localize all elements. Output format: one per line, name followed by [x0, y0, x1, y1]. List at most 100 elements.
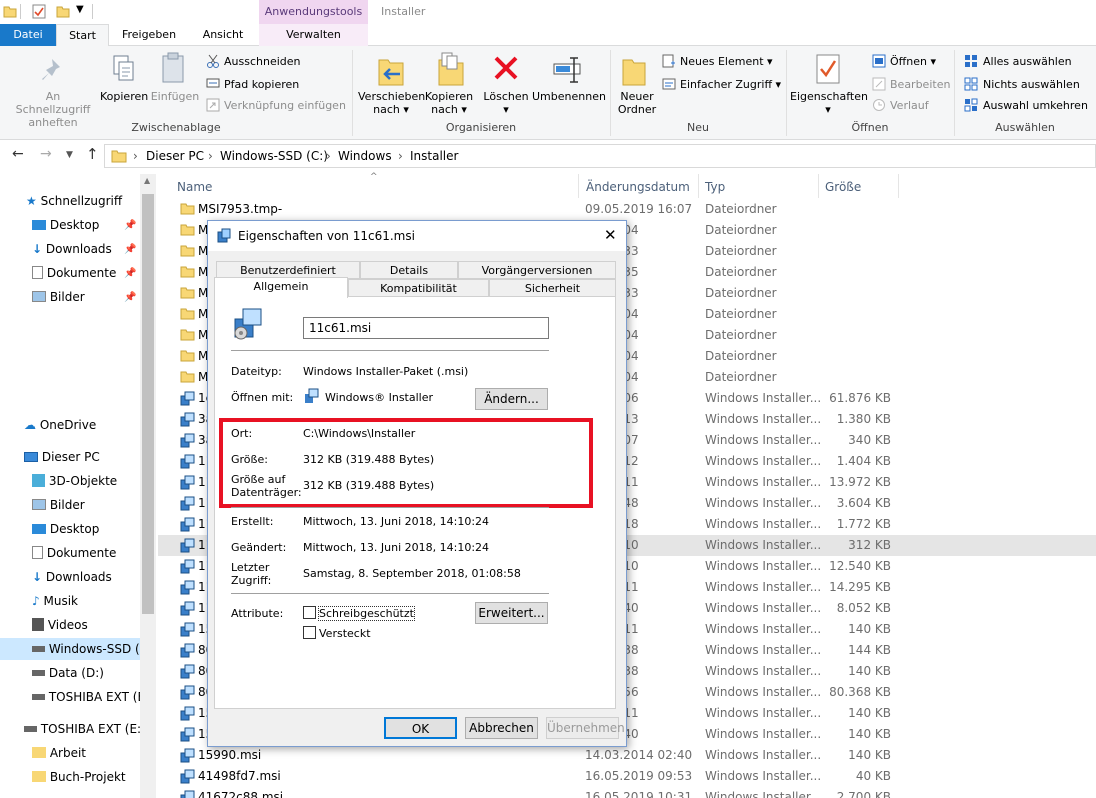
nav-music[interactable]: ♪ Musik: [32, 594, 78, 608]
nav-toshiba-ext[interactable]: TOSHIBA EXT (E:): [32, 690, 140, 704]
nav-pictures-2[interactable]: Bilder: [32, 498, 85, 512]
nav-data-d[interactable]: Data (D:): [32, 666, 104, 680]
tab-compatibility[interactable]: Kompatibilität: [348, 279, 489, 297]
file-row[interactable]: 15990.msi 14.03.2014 02:40 Windows Install…: [158, 745, 1096, 766]
nav-this-pc[interactable]: Dieser PC: [24, 450, 100, 464]
new-folder-icon[interactable]: [56, 5, 70, 18]
nav-documents[interactable]: Dokumente: [32, 266, 116, 280]
open-with-value: Windows® Installer: [325, 391, 434, 404]
nav-desktop[interactable]: Desktop: [32, 218, 99, 232]
tab-share[interactable]: Freigeben: [112, 24, 186, 46]
cancel-button[interactable]: Abbrechen: [465, 717, 538, 739]
new-item-button[interactable]: Neues Element ▾: [680, 55, 773, 68]
paste-button[interactable]: Einfügen: [150, 90, 200, 103]
nav-quick-access[interactable]: ★ Schnellzugriff: [26, 194, 122, 208]
nav-scrollbar[interactable]: ▲: [140, 174, 156, 798]
edit-button[interactable]: Bearbeiten: [890, 78, 950, 91]
type-label: Dateityp:: [231, 365, 282, 378]
apply-button[interactable]: Übernehmen: [546, 717, 625, 739]
nav-3d-objects[interactable]: 3D-Objekte: [32, 474, 117, 488]
forward-arrow-icon[interactable]: →: [40, 146, 52, 162]
readonly-label[interactable]: Schreibgeschützt: [318, 606, 415, 621]
nav-documents-2[interactable]: Dokumente: [32, 546, 116, 560]
qat-dropdown-icon[interactable]: ▼: [76, 4, 84, 15]
rename-button[interactable]: Umbenennen: [532, 90, 606, 103]
file-name: 15990.msi: [198, 748, 262, 762]
paste-shortcut-button[interactable]: Verknüpfung einfügen: [224, 99, 346, 112]
nav-onedrive[interactable]: ☁ OneDrive: [24, 418, 96, 432]
nav-videos[interactable]: Videos: [32, 618, 88, 632]
file-size: 312 KB: [848, 538, 891, 552]
breadcrumb-installer[interactable]: Installer: [410, 149, 458, 163]
created-label: Erstellt:: [231, 515, 274, 528]
back-arrow-icon[interactable]: ←: [12, 146, 24, 162]
advanced-button[interactable]: Erweitert...: [475, 602, 548, 624]
tab-details[interactable]: Details: [360, 261, 458, 279]
breadcrumb-drive[interactable]: Windows-SSD (C:): [220, 149, 328, 163]
recent-chevron-icon[interactable]: ▼: [66, 150, 73, 160]
file-row[interactable]: MSI7953.tmp- 09.05.2019 16:07 Dateiordner: [158, 199, 1096, 220]
up-arrow-icon[interactable]: ↑: [86, 145, 99, 163]
open-with-label: Öffnen mit:: [231, 391, 294, 404]
nav-toshiba-ext-root[interactable]: TOSHIBA EXT (E:): [24, 722, 146, 736]
msi-file-icon: [180, 727, 195, 745]
file-size: 140 KB: [848, 664, 891, 678]
column-size[interactable]: Größe: [825, 180, 861, 194]
nav-desktop-2[interactable]: Desktop: [32, 522, 99, 536]
file-type: Windows Installer...: [705, 454, 822, 468]
folder-icon[interactable]: [3, 5, 17, 18]
properties-check-icon[interactable]: [32, 4, 46, 19]
breadcrumb-windows[interactable]: Windows: [338, 149, 392, 163]
delete-button[interactable]: Löschen ▾: [480, 90, 532, 116]
history-button[interactable]: Verlauf: [890, 99, 929, 112]
nav-folder-buch[interactable]: Buch-Projekt: [32, 770, 126, 784]
move-to-button[interactable]: Verschieben nach ▾: [358, 90, 425, 116]
nav-downloads-2[interactable]: ↓ Downloads: [32, 570, 112, 584]
copy-to-button[interactable]: Kopieren nach ▾: [420, 90, 478, 116]
nav-downloads[interactable]: ↓ Downloads: [32, 242, 112, 256]
nav-folder-arbeit[interactable]: Arbeit: [32, 746, 86, 760]
hidden-label[interactable]: Versteckt: [319, 627, 371, 640]
ok-button[interactable]: OK: [384, 717, 457, 739]
invert-selection-button[interactable]: Auswahl umkehren: [983, 99, 1088, 112]
cut-button[interactable]: Ausschneiden: [224, 55, 301, 68]
tab-general[interactable]: Allgemein: [214, 277, 348, 298]
file-date: 14.03.2014 02:40: [585, 748, 693, 762]
folder-icon: [111, 150, 127, 163]
easy-access-button[interactable]: Einfacher Zugriff ▾: [680, 78, 781, 91]
breadcrumb-this-pc[interactable]: Dieser PC: [146, 149, 204, 163]
tab-manage[interactable]: Verwalten: [259, 24, 368, 46]
group-new: Neu: [687, 121, 709, 134]
nav-windows-ssd[interactable]: Windows-SSD (C:): [32, 642, 140, 656]
hidden-checkbox[interactable]: [303, 626, 316, 639]
change-button[interactable]: Ändern...: [475, 388, 548, 410]
readonly-checkbox[interactable]: [303, 606, 316, 619]
select-all-button[interactable]: Alles auswählen: [983, 55, 1072, 68]
properties-button[interactable]: Eigenschaften ▾: [790, 90, 868, 116]
open-button[interactable]: Öffnen ▾: [890, 55, 936, 68]
tab-previous-versions[interactable]: Vorgängerversionen: [458, 261, 616, 279]
new-folder-button[interactable]: Neuer Ordner: [612, 90, 662, 116]
address-field[interactable]: › Dieser PC › Windows-SSD (C:) › Windows…: [104, 144, 1096, 168]
column-date[interactable]: Änderungsdatum: [586, 180, 690, 194]
file-type: Dateiordner: [705, 328, 777, 342]
file-row[interactable]: 41672c88.msi 16.05.2019 10:31 Windows Inst…: [158, 787, 1096, 798]
column-type[interactable]: Typ: [705, 180, 725, 194]
file-type: Windows Installer...: [705, 601, 822, 615]
copy-button[interactable]: Kopieren: [100, 90, 148, 103]
tab-security[interactable]: Sicherheit: [489, 279, 616, 297]
file-size: 8.052 KB: [836, 601, 891, 615]
pin-icon: 📌: [124, 220, 137, 231]
pin-icon: 📌: [124, 268, 137, 279]
tab-view[interactable]: Ansicht: [189, 24, 257, 46]
file-row[interactable]: 41498fd7.msi 16.05.2019 09:53 Windows Inst…: [158, 766, 1096, 787]
tab-start[interactable]: Start: [56, 24, 109, 47]
column-name[interactable]: Name: [177, 180, 212, 194]
folder-icon: [180, 265, 195, 281]
copy-path-button[interactable]: Pfad kopieren: [224, 78, 299, 91]
tab-file[interactable]: Datei: [0, 24, 56, 46]
nav-pictures[interactable]: Bilder: [32, 290, 85, 304]
close-icon[interactable]: ✕: [604, 226, 617, 244]
select-none-button[interactable]: Nichts auswählen: [983, 78, 1080, 91]
filename-field[interactable]: 11c61.msi: [303, 317, 549, 339]
